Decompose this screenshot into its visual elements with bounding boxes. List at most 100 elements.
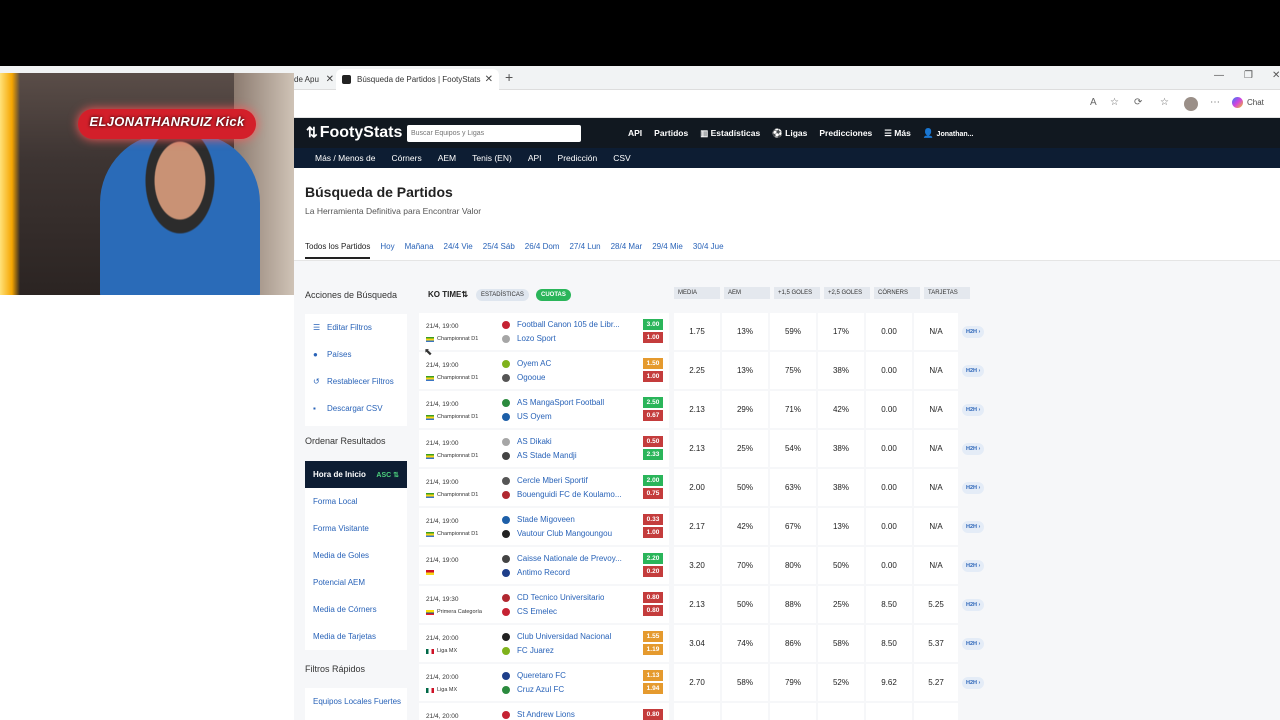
away-odds[interactable]: 1.19 <box>643 644 663 655</box>
sort-away-form[interactable]: Forma Visitante <box>305 515 407 542</box>
subnav-corners[interactable]: Córners <box>391 153 421 163</box>
nav-predicciones[interactable]: Predicciones <box>819 128 872 139</box>
browser-tab-active[interactable]: Búsqueda de Partidos | FootyStats ✕ <box>336 69 499 90</box>
home-odds[interactable]: 3.00 <box>643 319 663 330</box>
column-header-over25[interactable]: +2,5 GOLES <box>824 287 870 299</box>
h2h-button[interactable]: H2H › <box>962 599 985 611</box>
home-odds[interactable]: 1.13 <box>643 670 663 681</box>
close-icon[interactable]: ✕ <box>326 74 334 85</box>
home-odds[interactable]: 0.80 <box>643 592 663 603</box>
match-cell[interactable]: 21/4, 20:00 Liga MX Club Universidad Nacio… <box>419 625 669 662</box>
match-cell[interactable]: 21/4, 19:00 Championnat D1 Football Canon … <box>419 313 669 350</box>
match-cell[interactable]: 21/4, 19:30 Primera Categoría CD Tecnico U… <box>419 586 669 623</box>
footystats-logo[interactable]: ⇅ FootyStats <box>306 124 402 142</box>
home-team-link[interactable]: Caisse Nationale de Prevoy... <box>517 554 622 563</box>
h2h-button[interactable]: H2H › <box>962 521 985 533</box>
nav-estadisticas[interactable]: ▥ Estadísticas <box>700 128 760 139</box>
match-cell[interactable]: 21/4, 19:00 Championnat D1 Oyem AC Ogooue 1.… <box>419 352 669 389</box>
table-row[interactable]: 21/4, 19:00 Championnat D1 Oyem AC Ogooue 1.… <box>419 352 985 391</box>
table-row[interactable]: 21/4, 19:00 Caisse Nationale de Prevoy...… <box>419 547 985 586</box>
away-odds[interactable]: 0.75 <box>643 488 663 499</box>
tab-date[interactable]: 25/4 Sáb <box>483 242 515 259</box>
home-team-link[interactable]: AS Dikaki <box>517 437 552 446</box>
favorite-star-icon[interactable]: ☆ <box>1110 97 1119 108</box>
home-team-link[interactable]: CD Tecnico Universitario <box>517 593 604 602</box>
home-odds[interactable]: 1.55 <box>643 631 663 642</box>
match-cell[interactable]: 21/4, 19:00 Championnat D1 AS MangaSport F… <box>419 391 669 428</box>
home-team-link[interactable]: Cercle Mberi Sportif <box>517 476 588 485</box>
subnav-prediccion[interactable]: Predicción <box>558 153 598 163</box>
column-header-over15[interactable]: +1,5 GOLES <box>774 287 820 299</box>
favorites-icon[interactable]: ☆ <box>1160 97 1169 108</box>
away-team-link[interactable]: Ogooue <box>517 373 545 382</box>
nav-api[interactable]: API <box>628 128 642 139</box>
h2h-button[interactable]: H2H › <box>962 638 985 650</box>
chat-button[interactable]: Chat <box>1232 97 1264 108</box>
tab-today[interactable]: Hoy <box>380 242 394 259</box>
home-team-link[interactable]: AS MangaSport Football <box>517 398 604 407</box>
window-close-icon[interactable]: ✕ <box>1272 70 1280 81</box>
subnav-tenis[interactable]: Tenis (EN) <box>472 153 512 163</box>
h2h-button[interactable]: H2H › <box>962 560 985 572</box>
tab-date[interactable]: 24/4 Vie <box>444 242 473 259</box>
table-row[interactable]: 21/4, 19:00 Championnat D1 AS MangaSport F… <box>419 391 985 430</box>
nav-partidos[interactable]: Partidos <box>654 128 688 139</box>
away-odds[interactable]: 0.80 <box>643 605 663 616</box>
more-icon[interactable]: ⋯ <box>1210 97 1220 108</box>
nav-user[interactable]: 👤 Jonathan... <box>923 128 974 139</box>
home-team-link[interactable]: Oyem AC <box>517 359 551 368</box>
restore-icon[interactable]: ❐ <box>1244 70 1253 81</box>
away-odds[interactable]: 0.20 <box>643 566 663 577</box>
table-row[interactable]: 21/4, 19:00 Championnat D1 Stade Migoveen V… <box>419 508 985 547</box>
away-odds[interactable]: 1.94 <box>643 683 663 694</box>
browser-tab-previous[interactable]: de Apu ✕ <box>294 69 334 90</box>
ko-time-header[interactable]: KO TIME⇅ <box>428 290 468 299</box>
tab-date[interactable]: 28/4 Mar <box>611 242 643 259</box>
column-header-aem[interactable]: AEM <box>724 287 770 299</box>
away-odds[interactable]: 2.33 <box>643 449 663 460</box>
h2h-button[interactable]: H2H › <box>962 443 985 455</box>
sort-btts-potential[interactable]: Potencial AEM <box>305 569 407 596</box>
away-team-link[interactable]: CS Emelec <box>517 607 557 616</box>
match-cell[interactable]: 21/4, 19:00 Championnat D1 Stade Migoveen V… <box>419 508 669 545</box>
away-team-link[interactable]: AS Stade Mandji <box>517 451 577 460</box>
home-odds[interactable]: 2.50 <box>643 397 663 408</box>
table-row[interactable]: 21/4, 20:00 St Andrew Lions 0.80 <box>419 703 979 720</box>
home-odds[interactable]: 0.50 <box>643 436 663 447</box>
new-tab-icon[interactable]: + <box>505 69 513 85</box>
tab-date[interactable]: 26/4 Dom <box>525 242 560 259</box>
tab-date[interactable]: 30/4 Jue <box>693 242 724 259</box>
column-header-cards[interactable]: TARJETAS <box>924 287 970 299</box>
download-csv-action[interactable]: ▪ Descargar CSV <box>305 395 407 422</box>
away-odds[interactable]: 1.00 <box>643 527 663 538</box>
home-odds[interactable]: 0.80 <box>643 709 663 720</box>
subnav-mas-menos[interactable]: Más / Menos de <box>315 153 375 163</box>
stats-toggle[interactable]: ESTADÍSTICAS <box>476 289 529 301</box>
match-cell[interactable]: 21/4, 20:00 Liga MX Queretaro FC Cruz Azul … <box>419 664 669 701</box>
tab-tomorrow[interactable]: Mañana <box>405 242 434 259</box>
countries-action[interactable]: ● Países <box>305 341 407 368</box>
match-cell[interactable]: 21/4, 19:00 Caisse Nationale de Prevoy...… <box>419 547 669 584</box>
away-odds[interactable]: 1.00 <box>643 371 663 382</box>
h2h-button[interactable]: H2H › <box>962 404 985 416</box>
tab-date[interactable]: 29/4 Mie <box>652 242 683 259</box>
h2h-button[interactable]: H2H › <box>962 482 985 494</box>
away-team-link[interactable]: Lozo Sport <box>517 334 556 343</box>
table-row[interactable]: 21/4, 19:00 Championnat D1 Cercle Mberi Sp… <box>419 469 985 508</box>
home-team-link[interactable]: Queretaro FC <box>517 671 566 680</box>
tab-all-matches[interactable]: Todos los Partidos <box>305 242 371 259</box>
reset-filters-action[interactable]: ↺ Restablecer Filtros <box>305 368 407 395</box>
quick-filter-strong-home[interactable]: Equipos Locales Fuertes <box>305 688 407 715</box>
sort-start-time[interactable]: Hora de Inicio ASC ⇅ <box>305 461 407 488</box>
read-aloud-icon[interactable]: A <box>1090 97 1097 108</box>
home-team-link[interactable]: Stade Migoveen <box>517 515 575 524</box>
away-team-link[interactable]: FC Juarez <box>517 646 554 655</box>
column-header-media[interactable]: MEDIA <box>674 287 720 299</box>
h2h-button[interactable]: H2H › <box>962 677 985 689</box>
odds-toggle[interactable]: CUOTAS <box>536 289 571 301</box>
home-team-link[interactable]: Football Canon 105 de Libr... <box>517 320 620 329</box>
sort-home-form[interactable]: Forma Local <box>305 488 407 515</box>
match-cell[interactable]: 21/4, 19:00 Championnat D1 AS Dikaki AS Sta… <box>419 430 669 467</box>
sort-goals-avg[interactable]: Media de Goles <box>305 542 407 569</box>
h2h-button[interactable]: H2H › <box>962 365 985 377</box>
